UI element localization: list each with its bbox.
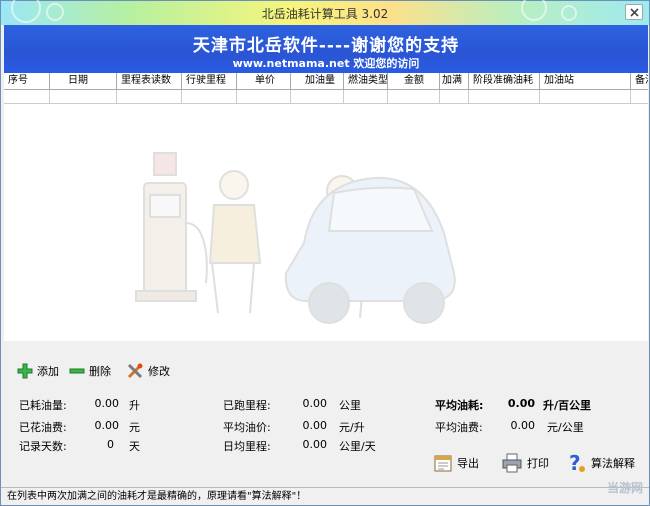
export-button-label: 导出 — [457, 457, 479, 470]
edit-button[interactable]: 修改 — [126, 361, 170, 381]
fuel-cost-value: 0.00 — [94, 419, 120, 432]
column-header-amount[interactable]: 金额 — [388, 73, 440, 90]
app-window: 北岳油耗计算工具 3.02 天津市北岳软件----谢谢您的支持 www.netm… — [0, 0, 650, 506]
banner-subtitle[interactable]: www.netmama.net 欢迎您的访问 — [4, 55, 648, 71]
distance-value: 0.00 — [302, 397, 328, 410]
edit-button-label: 修改 — [148, 365, 170, 378]
daily-mileage-value: 0.00 — [302, 438, 328, 451]
table-header: 序号 日期 里程表读数 行驶里程 单价 加油量 燃油类型 金额 加满 阶段准确油… — [4, 73, 648, 90]
tools-icon — [127, 363, 143, 379]
status-bar: 在列表中两次加满之间的油耗才是最精确的，原理请看"算法解释"！ — [1, 487, 649, 505]
records-table[interactable]: 序号 日期 里程表读数 行驶里程 单价 加油量 燃油类型 金额 加满 阶段准确油… — [4, 73, 648, 341]
column-header-odometer[interactable]: 里程表读数 — [117, 73, 182, 90]
column-header-index[interactable]: 序号 — [4, 73, 50, 90]
column-header-fuel-type[interactable]: 燃油类型 — [344, 73, 388, 90]
daily-mileage-label: 日均里程: — [223, 440, 271, 453]
avg-price-value: 0.00 — [302, 419, 328, 432]
record-days-unit: 天 — [129, 440, 140, 453]
print-button-label: 打印 — [527, 457, 549, 470]
export-button[interactable]: 导出 — [433, 451, 479, 475]
print-button[interactable]: 打印 — [501, 451, 549, 475]
avg-consumption-value: 0.00 — [507, 397, 535, 410]
title-bar: 北岳油耗计算工具 3.02 — [1, 0, 649, 25]
column-header-gas-station[interactable]: 加油站 — [540, 73, 631, 90]
fuel-used-unit: 升 — [129, 399, 140, 412]
daily-mileage-unit: 公里/天 — [339, 440, 376, 453]
corner-watermark: 当游网 — [606, 481, 643, 495]
svg-text:?: ? — [569, 452, 581, 474]
column-header-stage-consumption[interactable]: 阶段准确油耗 — [469, 73, 540, 90]
avg-price-label: 平均油价: — [223, 421, 271, 434]
printer-icon — [502, 453, 522, 473]
explain-button[interactable]: ? 算法解释 — [567, 451, 635, 475]
column-header-fuel-amount[interactable]: 加油量 — [291, 73, 344, 90]
banner: 天津市北岳软件----谢谢您的支持 www.netmama.net 欢迎您的访问 — [4, 25, 648, 73]
minus-icon — [69, 368, 85, 374]
gas-station-illustration — [135, 152, 456, 324]
delete-button[interactable]: 删除 — [69, 361, 111, 381]
column-header-unit-price[interactable]: 单价 — [237, 73, 291, 90]
column-header-remarks[interactable]: 备注 — [631, 73, 648, 90]
avg-fuel-fee-label: 平均油费: — [435, 421, 483, 434]
distance-unit: 公里 — [339, 399, 361, 412]
fuel-used-value: 0.00 — [94, 397, 120, 410]
record-days-value: 0 — [107, 438, 114, 451]
avg-consumption-unit: 升/百公里 — [543, 399, 592, 412]
explain-button-label: 算法解释 — [591, 457, 635, 470]
avg-fuel-fee-unit: 元/公里 — [547, 421, 584, 434]
close-icon — [629, 7, 639, 17]
column-header-full-tank[interactable]: 加满 — [440, 73, 469, 90]
column-header-date[interactable]: 日期 — [50, 73, 117, 90]
record-days-label: 记录天数: — [19, 440, 67, 453]
fuel-cost-label: 已花油费: — [19, 421, 67, 434]
avg-fuel-fee-value: 0.00 — [510, 419, 536, 432]
calendar-icon — [434, 455, 452, 472]
table-row[interactable] — [4, 90, 648, 104]
fuel-used-label: 已耗油量: — [19, 399, 67, 412]
fuel-cost-unit: 元 — [129, 421, 140, 434]
avg-price-unit: 元/升 — [339, 421, 365, 434]
banner-title: 天津市北岳软件----谢谢您的支持 — [192, 36, 460, 56]
add-button-label: 添加 — [37, 365, 59, 378]
add-button[interactable]: 添加 — [17, 361, 59, 381]
avg-consumption-label: 平均油耗: — [435, 399, 484, 412]
plus-icon — [17, 363, 33, 379]
close-button[interactable] — [625, 4, 643, 20]
column-header-distance[interactable]: 行驶里程 — [182, 73, 237, 90]
window-title: 北岳油耗计算工具 3.02 — [261, 7, 389, 21]
help-icon: ? — [569, 452, 585, 474]
delete-button-label: 删除 — [89, 365, 111, 378]
distance-label: 已跑里程: — [223, 399, 271, 412]
